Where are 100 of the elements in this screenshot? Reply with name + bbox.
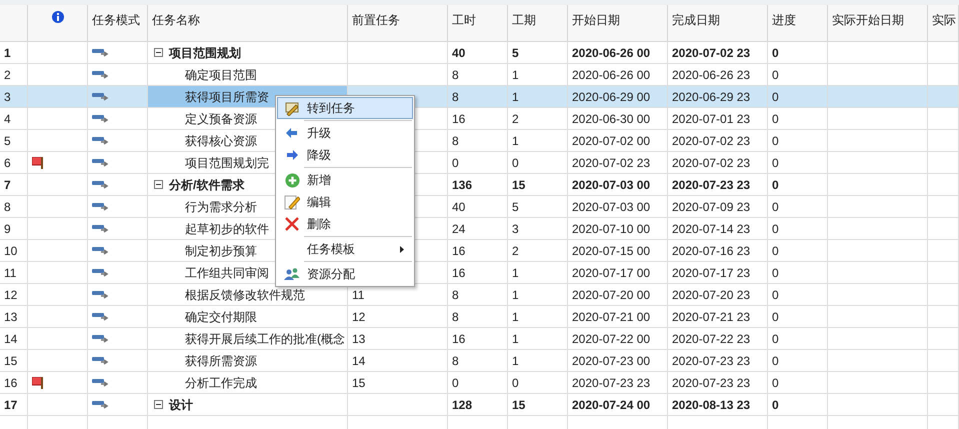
table-cell-text: 2020-07-21 23 <box>672 308 750 326</box>
table-cell-text: 16 <box>452 110 466 128</box>
table-cell-text: 2020-07-21 00 <box>572 308 650 326</box>
table-cell-text: 2020-06-26 00 <box>572 44 650 62</box>
row-number: 16 <box>4 374 18 392</box>
auto-schedule-icon <box>92 92 110 102</box>
table-cell-text: 0 <box>772 374 779 392</box>
task-name: 获得所需资源 <box>184 352 257 370</box>
table-row[interactable]: 14 获得开展后续工作的批准(概念 13 16 1 2020-07-22 00 2020-07-22 23 0 <box>0 328 959 350</box>
column-header[interactable]: 工时 <box>452 13 476 27</box>
row-number: 9 <box>4 220 11 238</box>
column-header[interactable]: 任务名称 <box>152 13 200 27</box>
row-number: 15 <box>4 352 18 370</box>
table-cell-text: 16 <box>452 264 466 282</box>
row-number: 3 <box>4 88 11 106</box>
delete-icon <box>285 217 299 231</box>
row-number: 1 <box>4 44 11 62</box>
edit-icon <box>284 194 300 210</box>
table-cell-text: 2020-07-17 23 <box>672 264 750 282</box>
table-cell-text: 2020-07-14 23 <box>672 220 750 238</box>
column-header[interactable]: 任务模式 <box>92 13 140 27</box>
table-cell-text: 24 <box>452 220 466 238</box>
table-cell-text: 2 <box>512 242 519 260</box>
row-number: 13 <box>4 308 18 326</box>
table-cell-text: 2020-06-30 00 <box>572 110 650 128</box>
auto-schedule-icon <box>92 158 110 168</box>
task-name: 定义预备资源 <box>184 110 257 128</box>
table-row[interactable]: 12 根据反馈修改软件规范 11 8 1 2020-07-20 00 2020-07-20 23 0 <box>0 284 959 306</box>
row-number: 10 <box>4 242 18 260</box>
table-cell-text: 136 <box>452 176 472 194</box>
table-cell-text: 2020-07-23 23 <box>572 374 650 392</box>
menu-item[interactable]: 转到任务 <box>277 97 413 119</box>
table-cell-text: 0 <box>772 396 779 414</box>
row-number: 17 <box>4 396 18 414</box>
menu-item[interactable]: 任务模板 <box>277 238 413 260</box>
table-cell-text: 14 <box>352 352 366 370</box>
table-cell-text: 2020-07-23 00 <box>572 352 650 370</box>
column-header[interactable]: 实际 <box>932 13 956 27</box>
auto-schedule-icon <box>92 400 110 410</box>
task-name: 分析/软件需求 <box>169 176 244 194</box>
table-cell-text: 0 <box>772 220 779 238</box>
table-cell-text: 2020-07-15 00 <box>572 242 650 260</box>
row-number: 14 <box>4 330 18 348</box>
column-header[interactable]: 开始日期 <box>572 13 620 27</box>
column-header[interactable]: 完成日期 <box>672 13 720 27</box>
table-cell-text: 16 <box>452 242 466 260</box>
collapse-toggle[interactable] <box>154 400 163 409</box>
task-name: 项目范围规划 <box>169 44 241 62</box>
table-row[interactable]: 1 项目范围规划 40 5 2020-06-26 00 2020-07-02 23 0 <box>0 42 959 64</box>
row-number: 12 <box>4 286 18 304</box>
auto-schedule-icon <box>92 356 110 366</box>
table-cell-text: 0 <box>772 352 779 370</box>
row-number: 8 <box>4 198 11 216</box>
flag-icon <box>32 376 44 388</box>
add-icon <box>284 172 300 188</box>
collapse-toggle[interactable] <box>154 180 163 189</box>
auto-schedule-icon <box>92 114 110 124</box>
column-header[interactable]: 实际开始日期 <box>832 13 904 27</box>
table-cell-text: 8 <box>452 66 459 84</box>
table-row[interactable]: 2 确定项目范围 8 1 2020-06-26 00 2020-06-26 23 0 <box>0 64 959 86</box>
table-cell-text: 40 <box>452 198 466 216</box>
table-cell-text: 2020-06-26 23 <box>672 66 750 84</box>
table-cell-text: 1 <box>512 286 519 304</box>
menu-item[interactable]: 资源分配 <box>277 263 413 285</box>
table-cell-text: 2020-07-10 00 <box>572 220 650 238</box>
table-cell-text: 2020-07-22 00 <box>572 330 650 348</box>
row-number: 6 <box>4 154 11 172</box>
table-row[interactable]: 17 设计 128 15 2020-07-24 00 2020-08-13 23 0 <box>0 394 959 416</box>
table-row[interactable]: 16 分析工作完成 15 0 0 2020-07-23 23 2020-07-23 23 0 <box>0 372 959 394</box>
table-row[interactable]: 13 确定交付期限 12 8 1 2020-07-21 00 2020-07-21 23 0 <box>0 306 959 328</box>
table-cell-text: 0 <box>772 198 779 216</box>
auto-schedule-icon <box>92 48 110 58</box>
column-header[interactable]: 进度 <box>772 13 796 27</box>
table-row[interactable]: 15 获得所需资源 14 8 1 2020-07-23 00 2020-07-23 23 0 <box>0 350 959 372</box>
task-name: 获得开展后续工作的批准(概念 <box>184 330 345 348</box>
table-cell-text: 2020-07-03 00 <box>572 198 650 216</box>
row-number: 2 <box>4 66 11 84</box>
collapse-toggle[interactable] <box>154 48 163 57</box>
users-icon <box>284 267 300 281</box>
table-cell-text: 2020-07-23 23 <box>672 352 750 370</box>
table-cell-text: 0 <box>512 374 519 392</box>
auto-schedule-icon <box>92 202 110 212</box>
column-header[interactable]: 前置任务 <box>352 13 400 27</box>
table-cell-text: 2020-07-02 23 <box>672 154 750 172</box>
auto-schedule-icon <box>92 136 110 146</box>
table-cell-text: 15 <box>512 396 526 414</box>
right-arrow-icon <box>286 150 298 160</box>
table-cell-text: 2020-06-26 00 <box>572 66 650 84</box>
table-cell-text: 0 <box>772 176 779 194</box>
table-cell-text: 2020-07-09 23 <box>672 198 750 216</box>
table-cell-text: 15 <box>512 176 526 194</box>
table-cell-text: 3 <box>512 220 519 238</box>
table-cell-text: 8 <box>452 132 459 150</box>
table-cell-text: 0 <box>772 308 779 326</box>
column-header[interactable]: 工期 <box>512 13 536 27</box>
task-name: 分析工作完成 <box>184 374 257 392</box>
table-cell-text: 2020-07-03 00 <box>572 176 650 194</box>
table-cell-text: 40 <box>452 44 466 62</box>
table-cell-text: 2020-07-23 23 <box>672 176 750 194</box>
auto-schedule-icon <box>92 312 110 322</box>
